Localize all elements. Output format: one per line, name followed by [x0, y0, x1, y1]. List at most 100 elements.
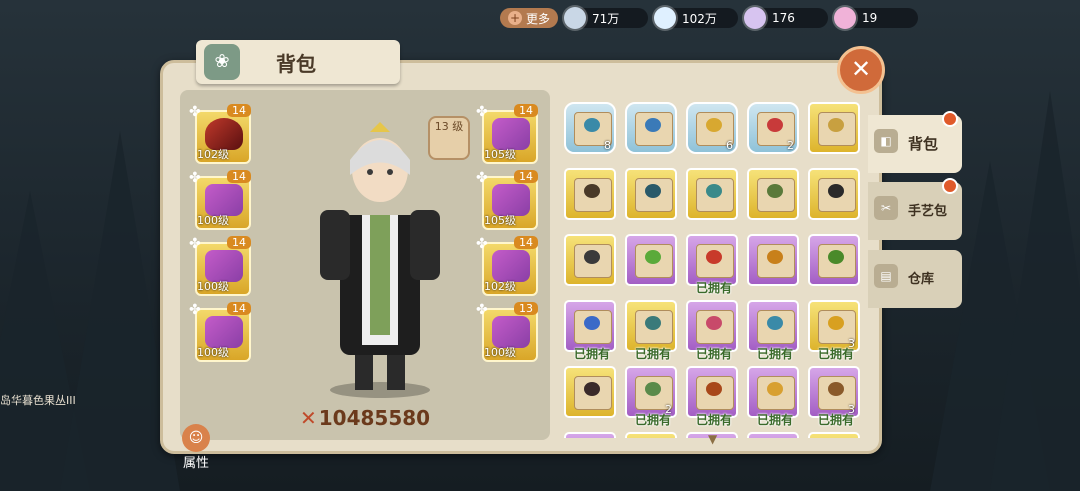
panel-title-tab: ❀ 背包	[196, 40, 400, 84]
item-art-icon	[828, 316, 844, 330]
inventory-slot[interactable]: 已拥有	[747, 300, 799, 361]
clover-icon: ✤	[189, 104, 201, 120]
item-art-icon	[828, 184, 844, 198]
currency-crystal[interactable]: 176	[744, 7, 829, 29]
inventory-slot[interactable]	[747, 168, 799, 220]
inventory-slot[interactable]: 已拥有	[686, 300, 738, 361]
owned-label: 已拥有	[756, 413, 793, 427]
item-art-icon	[706, 184, 722, 198]
inventory-slot[interactable]: 已拥有	[808, 432, 860, 438]
slot-level: 100级	[197, 280, 229, 293]
owned-label: 已拥有	[695, 347, 732, 361]
item-art-icon	[767, 250, 783, 264]
inventory-slot[interactable]	[625, 168, 677, 220]
equip-slot-bottom[interactable]: ✤ 14 100级	[189, 236, 251, 296]
map-location-text: 岛华暮色果丛III	[0, 394, 76, 407]
equip-slot-top[interactable]: ✤ 14 100级	[189, 170, 251, 230]
equip-slot-hat[interactable]: ✤ 14 105级	[476, 104, 538, 164]
tab-label: 仓库	[908, 272, 935, 287]
slot-level: 100级	[197, 214, 229, 227]
clover-icon: ✤	[476, 170, 488, 186]
inventory-slot[interactable]: 已拥有	[686, 366, 738, 427]
slot-level: 100级	[197, 346, 229, 359]
item-art-icon	[645, 184, 661, 198]
currency-orb[interactable]: 19	[834, 7, 919, 29]
more-label: 更多	[526, 11, 551, 26]
owned-label: 已拥有	[695, 413, 732, 427]
inventory-slot[interactable]	[625, 234, 677, 286]
slot-count: 14	[514, 170, 538, 183]
slot-level: 102级	[197, 148, 229, 161]
notification-dot	[942, 111, 958, 127]
equip-slot-glove[interactable]: ✤ 14 102级	[476, 236, 538, 296]
inventory-slot[interactable]	[564, 366, 616, 418]
inventory-slot[interactable]: 8	[564, 102, 616, 154]
close-button[interactable]: ✕	[837, 46, 885, 94]
inventory-slot[interactable]: 3 已拥有	[808, 366, 860, 427]
item-art-icon	[767, 382, 783, 396]
bag-icon: ◧	[874, 129, 898, 153]
character-avatar[interactable]	[300, 120, 460, 400]
item-art-icon	[645, 250, 661, 264]
tab-warehouse[interactable]: ▤ 仓库	[868, 250, 962, 308]
inventory-slot[interactable]: 2 已拥有	[625, 366, 677, 427]
attributes-button[interactable]: ☺ 属性	[176, 424, 216, 471]
attributes-label: 属性	[182, 456, 209, 471]
warehouse-icon: ▤	[874, 264, 898, 288]
inventory-slot[interactable]	[686, 168, 738, 220]
leaf-emblem-icon: ❀	[204, 44, 240, 80]
crystal-icon	[744, 7, 767, 29]
item-art-icon	[584, 250, 600, 264]
clover-icon: ✤	[189, 170, 201, 186]
item-art-icon	[767, 316, 783, 330]
equip-slot-weapon[interactable]: ✤ 14 102级	[189, 104, 251, 164]
tree-silhouette	[990, 91, 1080, 491]
item-art-icon	[828, 250, 844, 264]
owned-label: 已拥有	[817, 413, 854, 427]
item-art-icon	[706, 118, 722, 132]
item-art-icon	[706, 382, 722, 396]
plus-icon: +	[508, 11, 522, 25]
equip-slot-ring[interactable]: ✤ 13 100级	[476, 302, 538, 362]
inventory-slot[interactable]: 已拥有	[625, 432, 677, 438]
inventory-slot[interactable]: 已拥有	[747, 366, 799, 427]
item-art-icon	[584, 118, 600, 132]
slot-count: 14	[227, 302, 251, 315]
inventory-slot[interactable]: 2	[747, 102, 799, 154]
inventory-slot[interactable]: 已拥有	[747, 432, 799, 438]
tab-backpack[interactable]: ◧ 背包	[868, 111, 962, 173]
inventory-slot[interactable]: 已拥有	[686, 234, 738, 295]
currency-gem[interactable]: 71万	[564, 7, 649, 29]
inventory-slot[interactable]: 已拥有	[564, 300, 616, 361]
inventory-slot[interactable]	[564, 168, 616, 220]
tab-label: 手艺包	[908, 204, 948, 219]
item-count: 2	[787, 139, 794, 152]
inventory-slot[interactable]	[808, 102, 860, 154]
slot-level: 102级	[484, 280, 516, 293]
inventory-slot[interactable]	[625, 102, 677, 154]
inventory-slot[interactable]	[747, 234, 799, 286]
inventory-slot[interactable]	[808, 168, 860, 220]
scroll-down-icon[interactable]: ▼	[708, 432, 722, 446]
tab-craft-bag[interactable]: ✂ 手艺包	[868, 178, 962, 240]
clover-icon: ✤	[476, 104, 488, 120]
equip-slot-shoes[interactable]: ✤ 14 100级	[189, 302, 251, 362]
currency-value: 176	[772, 11, 795, 25]
close-icon: ✕	[850, 55, 872, 83]
owned-label: 已拥有	[695, 281, 732, 295]
notification-dot	[942, 178, 958, 194]
item-art-icon	[584, 316, 600, 330]
slot-level: 100级	[484, 346, 516, 359]
power-value: 10485580	[318, 406, 431, 430]
owned-label: 已拥有	[634, 347, 671, 361]
currency-flower[interactable]: 102万	[654, 7, 739, 29]
inventory-slot[interactable]: 已拥有	[625, 300, 677, 361]
equip-slot-necklace[interactable]: ✤ 14 105级	[476, 170, 538, 230]
inventory-slot[interactable]: 3 已拥有	[808, 300, 860, 361]
item-art-icon	[828, 382, 844, 396]
inventory-slot[interactable]	[808, 234, 860, 286]
inventory-slot[interactable]	[564, 234, 616, 286]
inventory-slot[interactable]: 已拥有	[564, 432, 616, 438]
more-button[interactable]: + 更多	[500, 8, 559, 28]
inventory-slot[interactable]: 6	[686, 102, 738, 154]
